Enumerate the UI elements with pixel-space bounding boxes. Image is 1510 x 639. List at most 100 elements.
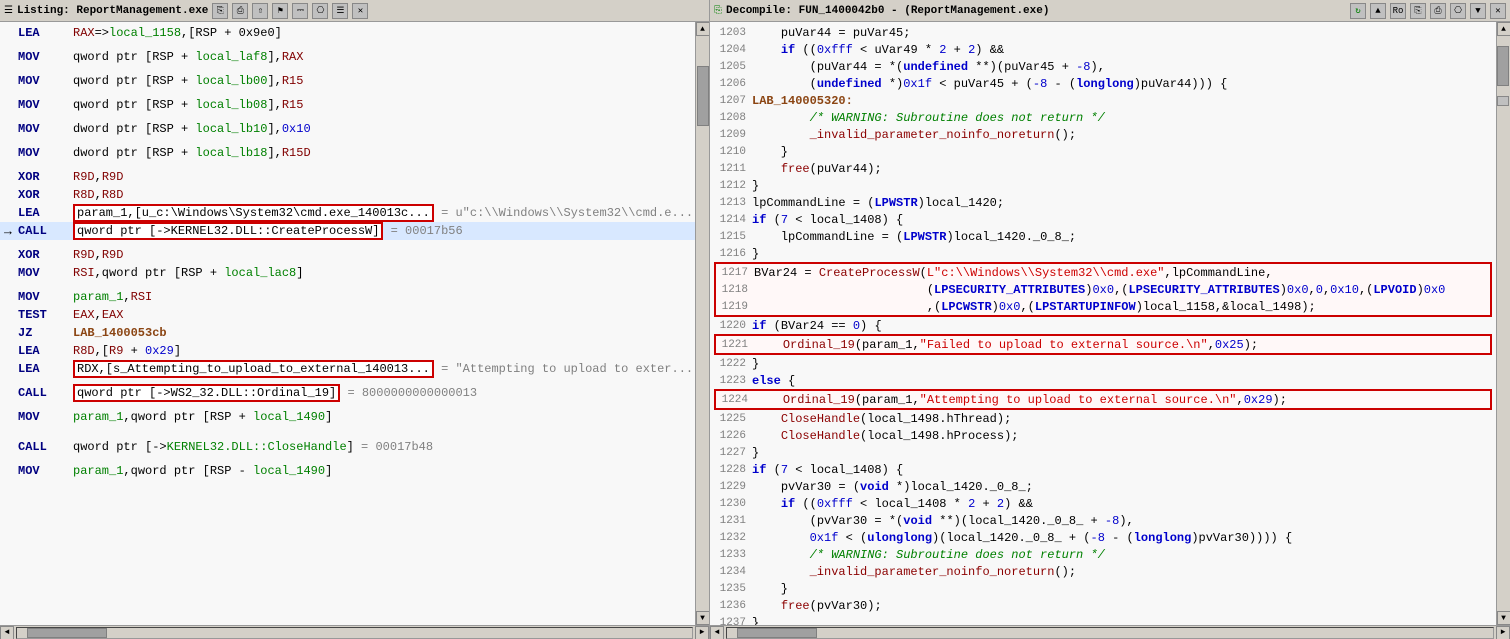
line-num: 1214 xyxy=(714,214,752,226)
left-nav-icon[interactable]: ⎓ xyxy=(292,3,308,19)
right-scroll-indicator[interactable] xyxy=(1497,96,1509,106)
dc-code: pvVar30 = (void *)local_1420._0_8_; xyxy=(752,480,1492,494)
left-cursor-icon[interactable]: ⇧ xyxy=(252,3,268,19)
hscroll-track[interactable] xyxy=(16,627,693,639)
right-scroll-thumb[interactable] xyxy=(1497,46,1509,86)
dc-code: (puVar44 = *(undefined **)(puVar45 + -8)… xyxy=(752,60,1492,74)
right-hscrollbar[interactable]: ◄ ► xyxy=(710,625,1510,639)
line-num: 1212 xyxy=(714,180,752,192)
right-copy2-icon[interactable]: ⎘ xyxy=(1410,3,1426,19)
scroll-down[interactable]: ▼ xyxy=(696,611,710,625)
left-hscrollbar[interactable]: ◄ ► xyxy=(0,625,709,639)
scroll-left[interactable]: ◄ xyxy=(0,626,14,639)
right-ro-icon[interactable]: Ro xyxy=(1390,3,1406,19)
dc-code: /* WARNING: Subroutine does not return *… xyxy=(752,111,1492,125)
operand-lea-boxed: param_1,[u_c:\Windows\System32\cmd.exe_1… xyxy=(73,204,705,222)
line-num: 1218 xyxy=(716,284,754,296)
left-camera-icon[interactable]: ⎔ xyxy=(312,3,328,19)
dc-line-1220: 1220 if (BVar24 == 0) { xyxy=(714,317,1492,334)
dc-line-1215: 1215 lpCommandLine = (LPWSTR)local_1420.… xyxy=(714,228,1492,245)
dc-code: else { xyxy=(752,374,1492,388)
code-line-lea-rdx-boxed: LEA RDX,[s_Attempting_to_upload_to_exter… xyxy=(0,360,709,378)
right-menu-icon[interactable]: ▼ xyxy=(1470,3,1486,19)
right-vscrollbar[interactable]: ▲ ▼ xyxy=(1496,22,1510,625)
dc-line-1237: 1237 } xyxy=(714,614,1492,625)
line-num: 1224 xyxy=(716,394,754,406)
mnemonic-mov: MOV xyxy=(18,122,73,136)
left-close-icon[interactable]: ✕ xyxy=(352,3,368,19)
current-arrow: → xyxy=(4,224,18,239)
mnemonic-jz: JZ xyxy=(18,326,73,340)
line-num: 1229 xyxy=(714,481,752,493)
scroll-up[interactable]: ▲ xyxy=(696,22,710,36)
left-titlebar: ☰ Listing: ReportManagement.exe ⎘ ⎙ ⇧ ⚑ … xyxy=(0,0,709,22)
code-line: TEST EAX,EAX xyxy=(0,306,709,324)
scroll-thumb[interactable] xyxy=(697,66,709,126)
mnemonic-mov: MOV xyxy=(18,410,73,424)
dc-code: LAB_140005320: xyxy=(752,94,1492,108)
dc-code: CloseHandle(local_1498.hProcess); xyxy=(752,429,1492,443)
line-num: 1225 xyxy=(714,413,752,425)
dc-code: 0x1f < (ulonglong)(local_1420._0_8_ + (-… xyxy=(752,531,1492,545)
line-num: 1211 xyxy=(714,163,752,175)
boxed-failed: 1221 Ordinal_19(param_1,"Failed to uploa… xyxy=(714,334,1492,355)
dc-line-1226: 1226 CloseHandle(local_1498.hProcess); xyxy=(714,427,1492,444)
right-titlebar: ⎘ Decompile: FUN_1400042b0 - (ReportMana… xyxy=(710,0,1510,22)
line-num: 1213 xyxy=(714,197,752,209)
dc-line-1229: 1229 pvVar30 = (void *)local_1420._0_8_; xyxy=(714,478,1492,495)
dc-line-1232: 1232 0x1f < (ulonglong)(local_1420._0_8_… xyxy=(714,529,1492,546)
right-scroll-right[interactable]: ► xyxy=(1496,626,1510,639)
left-paste-icon[interactable]: ⎙ xyxy=(232,3,248,19)
right-hscroll-track[interactable] xyxy=(726,627,1494,639)
line-num: 1228 xyxy=(714,464,752,476)
right-scroll-down[interactable]: ▼ xyxy=(1497,611,1510,625)
line-num: 1215 xyxy=(714,231,752,243)
right-close-icon[interactable]: ✕ xyxy=(1490,3,1506,19)
mnemonic-mov-last: MOV xyxy=(18,464,73,478)
dc-line-1206: 1206 (undefined *)0x1f < puVar45 + (-8 -… xyxy=(714,75,1492,92)
mnemonic-lea: LEA xyxy=(18,26,73,40)
operand: dword ptr [RSP + local_lb18],R15D xyxy=(73,146,705,160)
dc-line-1204: 1204 if ((0xfff < uVar49 * 2 + 2) && xyxy=(714,41,1492,58)
right-hscroll-thumb[interactable] xyxy=(737,628,817,638)
right-paste2-icon[interactable]: ⎙ xyxy=(1430,3,1446,19)
dc-line-1233: 1233 /* WARNING: Subroutine does not ret… xyxy=(714,546,1492,563)
dc-line-1216: 1216 } xyxy=(714,245,1492,262)
left-panel: ☰ Listing: ReportManagement.exe ⎘ ⎙ ⇧ ⚑ … xyxy=(0,0,710,639)
code-line: MOV param_1,qword ptr [RSP + local_1490] xyxy=(0,408,709,426)
left-bookmark-icon[interactable]: ⚑ xyxy=(272,3,288,19)
line-num: 1235 xyxy=(714,583,752,595)
right-camera2-icon[interactable]: ⎔ xyxy=(1450,3,1466,19)
mnemonic-xor: XOR xyxy=(18,188,73,202)
dc-line-1234: 1234 _invalid_parameter_noinfo_noreturn(… xyxy=(714,563,1492,580)
line-num: 1206 xyxy=(714,78,752,90)
line-num: 1234 xyxy=(714,566,752,578)
left-vscrollbar[interactable]: ▲ ▼ xyxy=(695,22,709,625)
dc-code: } xyxy=(752,247,1492,261)
line-num: 1207 xyxy=(714,95,752,107)
right-scroll-up[interactable]: ▲ xyxy=(1497,22,1510,36)
dc-code: free(pvVar30); xyxy=(752,599,1492,613)
hscroll-thumb[interactable] xyxy=(27,628,107,638)
line-num: 1209 xyxy=(714,129,752,141)
right-scroll-left[interactable]: ◄ xyxy=(710,626,724,639)
dc-line-1221: 1221 Ordinal_19(param_1,"Failed to uploa… xyxy=(716,336,1490,353)
dc-line-1214: 1214 if (7 < local_1408) { xyxy=(714,211,1492,228)
right-refresh-icon[interactable]: ↻ xyxy=(1350,3,1366,19)
code-line: MOV dword ptr [RSP + local_lb18],R15D xyxy=(0,144,709,162)
boxed-createprocess: 1217 BVar24 = CreateProcessW(L"c:\\Windo… xyxy=(714,262,1492,317)
dc-line-1213: 1213 lpCommandLine = (LPWSTR)local_1420; xyxy=(714,194,1492,211)
line-num: 1223 xyxy=(714,375,752,387)
code-line-call-ws2: CALL qword ptr [->WS2_32.DLL::Ordinal_19… xyxy=(0,384,709,402)
code-line: LEA R8D,[R9 + 0x29] xyxy=(0,342,709,360)
operand-call-boxed: qword ptr [->KERNEL32.DLL::CreateProcess… xyxy=(73,222,705,240)
right-panel: ⎘ Decompile: FUN_1400042b0 - (ReportMana… xyxy=(710,0,1510,639)
line-num: 1204 xyxy=(714,44,752,56)
left-menu-icon[interactable]: ☰ xyxy=(332,3,348,19)
dc-code: /* WARNING: Subroutine does not return *… xyxy=(752,548,1492,562)
operand: param_1,RSI xyxy=(73,290,705,304)
line-num: 1203 xyxy=(714,27,752,39)
left-copy-icon[interactable]: ⎘ xyxy=(212,3,228,19)
scroll-right[interactable]: ► xyxy=(695,626,709,639)
right-bar-icon[interactable]: ▲ xyxy=(1370,3,1386,19)
